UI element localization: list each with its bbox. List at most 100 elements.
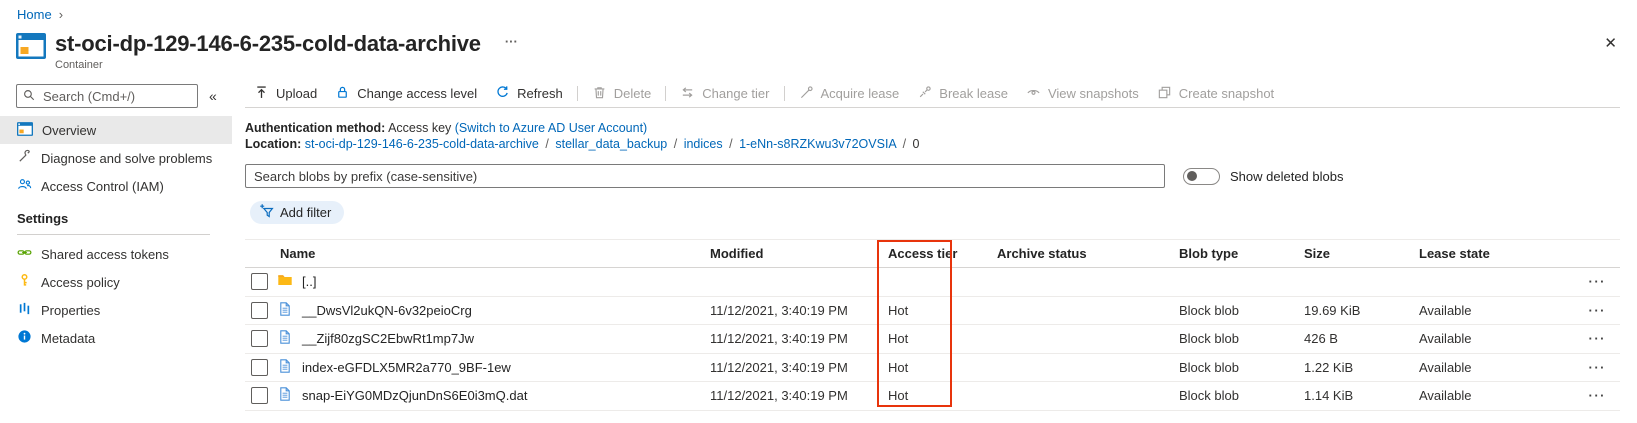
add-filter-funnel-icon xyxy=(258,203,274,222)
blob-name-link[interactable]: __Zijf80zgSC2EbwRt1mp7Jw xyxy=(302,331,474,346)
toolbar-separator xyxy=(665,86,666,101)
sidebar-search-box xyxy=(16,84,198,108)
location-segment-folder-link[interactable]: stellar_data_backup xyxy=(555,137,667,151)
change-tier-button[interactable]: Change tier xyxy=(671,81,778,107)
change-access-level-button[interactable]: Change access level xyxy=(326,81,486,107)
location-segment-container-link[interactable]: st-oci-dp-129-146-6-235-cold-data-archiv… xyxy=(305,137,539,151)
row-checkbox[interactable] xyxy=(251,273,268,290)
cell-access-tier: Hot xyxy=(882,331,997,346)
container-icon xyxy=(17,122,33,139)
blob-prefix-search-input[interactable] xyxy=(245,164,1165,188)
row-more-menu-icon[interactable]: ··· xyxy=(1589,274,1621,289)
swap-arrows-icon xyxy=(680,85,695,103)
row-more-menu-icon[interactable]: ··· xyxy=(1589,360,1621,375)
blob-name-link[interactable]: __DwsVl2ukQN-6v32peioCrg xyxy=(302,303,472,318)
title-more-menu-icon[interactable]: ··· xyxy=(505,34,518,49)
trash-icon xyxy=(592,85,607,103)
parent-folder-link[interactable]: [..] xyxy=(302,274,316,289)
cell-access-tier: Hot xyxy=(882,303,997,318)
toolbar-button-label: View snapshots xyxy=(1048,86,1139,101)
sidebar-search-input[interactable] xyxy=(41,88,192,105)
sidebar-item-label: Access Control (IAM) xyxy=(41,179,164,194)
column-header-lease-state: Lease state xyxy=(1419,246,1569,261)
blob-filter-row: Show deleted blobs xyxy=(245,164,1637,188)
blob-file-icon xyxy=(277,301,293,320)
info-block: Authentication method: Access key (Switc… xyxy=(245,120,1637,152)
table-header-row: Name Modified Access tier Archive status… xyxy=(245,239,1620,268)
add-filter-label: Add filter xyxy=(280,205,331,220)
create-snapshot-button[interactable]: Create snapshot xyxy=(1148,81,1283,107)
show-deleted-blobs-toggle[interactable] xyxy=(1183,168,1220,185)
container-icon xyxy=(16,31,46,71)
sidebar-item-label: Shared access tokens xyxy=(41,247,169,262)
refresh-button[interactable]: Refresh xyxy=(486,81,572,107)
column-header-archive-status: Archive status xyxy=(997,246,1179,261)
cell-blob-type: Block blob xyxy=(1179,303,1304,318)
properties-bars-icon xyxy=(17,301,32,319)
sidebar-settings-heading: Settings xyxy=(0,211,232,226)
cell-blob-type: Block blob xyxy=(1179,388,1304,403)
row-checkbox[interactable] xyxy=(251,387,268,404)
cell-modified: 11/12/2021, 3:40:19 PM xyxy=(710,303,882,318)
sidebar-item-label: Diagnose and solve problems xyxy=(41,151,212,166)
row-more-menu-icon[interactable]: ··· xyxy=(1589,303,1621,318)
cell-access-tier: Hot xyxy=(882,388,997,403)
switch-to-azure-ad-link[interactable]: (Switch to Azure AD User Account) xyxy=(455,121,647,135)
add-filter-button[interactable]: Add filter xyxy=(250,201,344,224)
view-snapshots-button[interactable]: View snapshots xyxy=(1017,81,1148,107)
breadcrumb-home-link[interactable]: Home xyxy=(17,7,52,22)
eye-icon xyxy=(1026,85,1041,103)
wrench-icon xyxy=(17,149,32,167)
break-lease-icon xyxy=(917,85,932,103)
info-icon xyxy=(17,329,32,347)
column-header-modified: Modified xyxy=(710,246,882,261)
sidebar-item-shared-access-tokens[interactable]: Shared access tokens xyxy=(0,240,232,268)
sidebar-item-label: Metadata xyxy=(41,331,95,346)
row-more-menu-icon[interactable]: ··· xyxy=(1589,388,1621,403)
row-checkbox[interactable] xyxy=(251,330,268,347)
upload-button[interactable]: Upload xyxy=(245,81,326,107)
blob-file-icon xyxy=(277,358,293,377)
toolbar-button-label: Change access level xyxy=(357,86,477,101)
table-row: __DwsVl2ukQN-6v32peioCrg 11/12/2021, 3:4… xyxy=(245,297,1620,326)
blob-name-link[interactable]: snap-EiYG0MDzQjunDnS6E0i3mQ.dat xyxy=(302,388,527,403)
table-row: [..] ··· xyxy=(245,268,1620,297)
sidebar-item-access-control-iam[interactable]: Access Control (IAM) xyxy=(0,172,232,200)
delete-button[interactable]: Delete xyxy=(583,81,661,107)
location-current-segment: 0 xyxy=(913,137,920,151)
row-checkbox[interactable] xyxy=(251,302,268,319)
sidebar-item-properties[interactable]: Properties xyxy=(0,296,232,324)
sidebar-collapse-button[interactable]: « xyxy=(209,88,217,104)
location-segment-indices-link[interactable]: indices xyxy=(684,137,723,151)
cell-modified: 11/12/2021, 3:40:19 PM xyxy=(710,388,882,403)
row-checkbox[interactable] xyxy=(251,359,268,376)
close-blade-button[interactable]: ✕ xyxy=(1602,34,1619,53)
main-content: Upload Change access level xyxy=(245,80,1637,411)
column-header-name: Name xyxy=(245,246,710,261)
cell-modified: 11/12/2021, 3:40:19 PM xyxy=(710,360,882,375)
break-lease-button[interactable]: Break lease xyxy=(908,81,1017,107)
toolbar-button-label: Delete xyxy=(614,86,652,101)
row-more-menu-icon[interactable]: ··· xyxy=(1589,331,1621,346)
toggle-knob xyxy=(1187,171,1197,181)
sidebar-item-label: Access policy xyxy=(41,275,120,290)
blob-name-link[interactable]: index-eGFDLX5MR2a770_9BF-1ew xyxy=(302,360,511,375)
toolbar-button-label: Refresh xyxy=(517,86,563,101)
auth-method-value: Access key xyxy=(388,121,451,135)
lease-pen-icon xyxy=(799,85,814,103)
refresh-icon xyxy=(495,85,510,103)
auth-method-label: Authentication method: xyxy=(245,121,385,135)
column-header-size: Size xyxy=(1304,246,1419,261)
sidebar-item-diagnose[interactable]: Diagnose and solve problems xyxy=(0,144,232,172)
chevron-right-icon: › xyxy=(59,7,63,22)
location-line: Location: st-oci-dp-129-146-6-235-cold-d… xyxy=(245,136,1637,152)
toolbar-button-label: Break lease xyxy=(939,86,1008,101)
sidebar-item-metadata[interactable]: Metadata xyxy=(0,324,232,352)
sidebar-item-overview[interactable]: Overview xyxy=(0,116,232,144)
page-header: st-oci-dp-129-146-6-235-cold-data-archiv… xyxy=(16,31,518,71)
cell-size: 1.22 KiB xyxy=(1304,360,1419,375)
sidebar-item-access-policy[interactable]: Access policy xyxy=(0,268,232,296)
acquire-lease-button[interactable]: Acquire lease xyxy=(790,81,909,107)
cell-lease-state: Available xyxy=(1419,303,1569,318)
location-segment-index-id-link[interactable]: 1-eNn-s8RZKwu3v72OVSIA xyxy=(739,137,896,151)
